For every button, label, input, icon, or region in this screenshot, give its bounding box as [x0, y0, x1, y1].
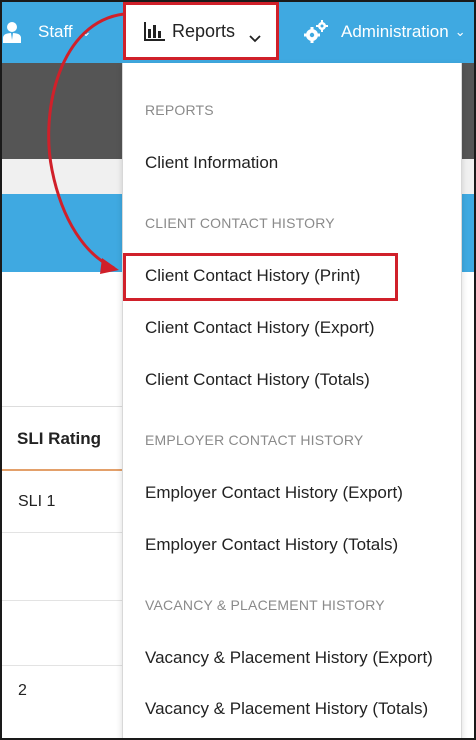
menu-item-employer-contact-history-totals[interactable]: Employer Contact History (Totals)	[145, 535, 398, 555]
top-navbar: Staff ⌄ Reports Administration ⌄	[0, 0, 476, 63]
menu-item-client-information[interactable]: Client Information	[145, 153, 278, 173]
section-header-employer-contact-history: EMPLOYER CONTACT HISTORY	[145, 432, 364, 448]
table-header-sli-rating[interactable]: SLI Rating	[17, 429, 101, 449]
chevron-down-icon: ⌄	[80, 23, 92, 39]
table-row-divider	[0, 600, 122, 601]
menu-item-vacancy-placement-history-export[interactable]: Vacancy & Placement History (Export)	[145, 648, 433, 668]
chevron-down-icon	[249, 27, 261, 43]
table-header-underline	[0, 469, 122, 471]
table-cell: 2	[18, 682, 27, 699]
bar-chart-icon	[144, 21, 166, 41]
table-row-divider	[0, 665, 122, 666]
nav-staff-menu[interactable]: Staff ⌄	[0, 0, 115, 63]
menu-item-employer-contact-history-export[interactable]: Employer Contact History (Export)	[145, 483, 403, 503]
menu-item-client-contact-history-export[interactable]: Client Contact History (Export)	[145, 318, 375, 338]
person-icon	[2, 20, 24, 44]
reports-dropdown-menu: REPORTS Client Information CLIENT CONTAC…	[122, 63, 462, 740]
menu-item-vacancy-placement-history-totals[interactable]: Vacancy & Placement History (Totals)	[145, 699, 428, 719]
table-divider	[0, 406, 122, 407]
nav-reports-label: Reports	[172, 20, 236, 41]
nav-staff-label: Staff	[38, 21, 73, 41]
table-cell: SLI 1	[18, 493, 56, 510]
table-row-divider	[0, 532, 122, 533]
nav-administration-menu[interactable]: Administration ⌄	[281, 0, 476, 63]
chevron-down-icon: ⌄	[454, 23, 466, 39]
menu-item-client-contact-history-totals[interactable]: Client Contact History (Totals)	[145, 370, 370, 390]
nav-administration-label: Administration	[341, 21, 449, 41]
menu-item-client-contact-history-print[interactable]: Client Contact History (Print)	[145, 266, 360, 286]
gears-icon	[303, 19, 329, 45]
section-header-vacancy-placement-history: VACANCY & PLACEMENT HISTORY	[145, 597, 385, 613]
nav-reports-menu[interactable]: Reports	[123, 2, 279, 60]
section-header-reports: REPORTS	[145, 102, 214, 118]
section-header-client-contact-history: CLIENT CONTACT HISTORY	[145, 215, 335, 231]
